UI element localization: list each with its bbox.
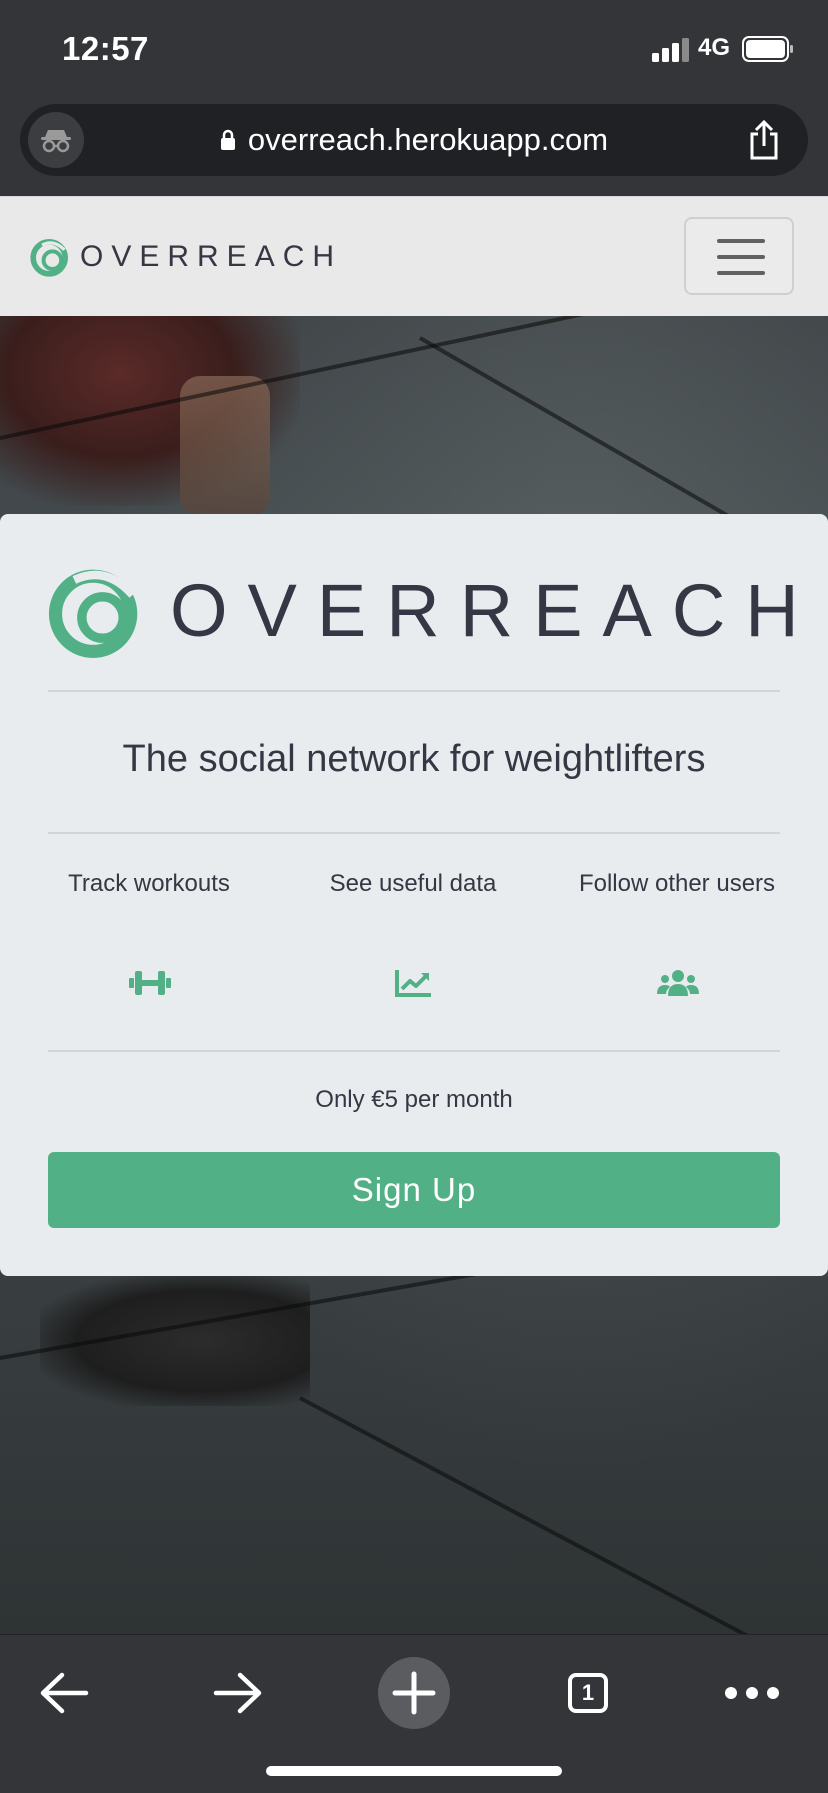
back-button[interactable] [24, 1655, 104, 1731]
feature-label: See useful data [329, 870, 497, 897]
tab-count: 1 [581, 1680, 595, 1705]
navbar-brand-text: OVERREACH [80, 240, 343, 273]
share-icon[interactable] [748, 120, 780, 160]
feature-track-workouts: Track workouts [27, 866, 271, 995]
hamburger-menu-button[interactable] [684, 217, 794, 295]
new-tab-button[interactable] [374, 1655, 454, 1731]
back-arrow-icon [40, 1672, 89, 1714]
feature-label: Follow other users [578, 870, 776, 897]
lock-icon [220, 129, 235, 150]
battery-icon [742, 36, 793, 62]
network-type: 4G [698, 34, 731, 61]
url-text: overreach.herokuapp.com [247, 122, 609, 157]
chart-line-icon [395, 970, 431, 997]
url-display[interactable]: overreach.herokuapp.com [20, 104, 808, 176]
tabs-icon: 1 [568, 1673, 608, 1713]
price-text: Only €5 per month [315, 1086, 513, 1113]
site-navbar: OVERREACH [0, 196, 828, 317]
overreach-logo-icon [30, 239, 68, 277]
divider [48, 832, 780, 834]
more-icon [725, 1687, 779, 1699]
feature-follow-users: Follow other users [555, 866, 799, 996]
divider [48, 1050, 780, 1052]
card-brand: OVERREACH [48, 562, 819, 658]
plus-glyph [392, 1671, 436, 1715]
hamburger-line [717, 255, 765, 259]
navbar-brand[interactable]: OVERREACH [30, 237, 342, 277]
tabs-button[interactable]: 1 [548, 1655, 628, 1731]
feature-useful-data: See useful data [291, 866, 535, 997]
sign-up-button[interactable]: Sign Up [48, 1152, 780, 1228]
users-icon [657, 970, 699, 996]
status-time: 12:57 [62, 30, 149, 67]
overreach-logo-icon [48, 569, 138, 658]
more-button[interactable] [712, 1655, 792, 1731]
forward-arrow-icon [213, 1672, 262, 1714]
home-indicator [266, 1766, 562, 1776]
incognito-button[interactable] [28, 112, 84, 168]
card-brand-text: OVERREACH [170, 568, 819, 652]
divider [48, 690, 780, 692]
incognito-icon [41, 130, 71, 153]
feature-label: Track workouts [68, 870, 230, 897]
status-bar: 12:57 4G [0, 0, 828, 100]
hamburger-line [717, 239, 765, 243]
hamburger-line [717, 271, 765, 275]
dumbbell-icon [129, 971, 171, 995]
forward-button[interactable] [198, 1655, 278, 1731]
signal-icon [652, 38, 689, 62]
address-bar[interactable]: overreach.herokuapp.com [20, 104, 808, 176]
tagline: The social network for weightlifters [122, 738, 706, 780]
new-tab-plus-icon [378, 1657, 450, 1729]
